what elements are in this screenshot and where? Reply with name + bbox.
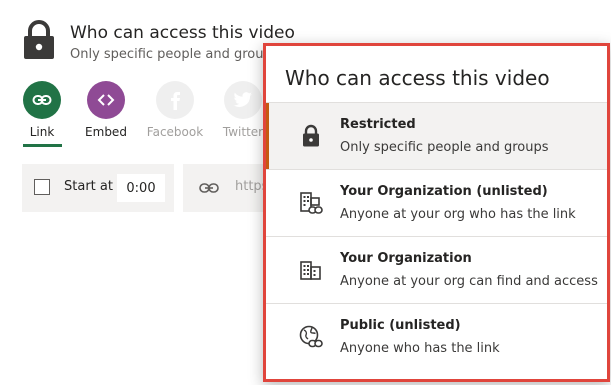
start-at-label: Start at xyxy=(64,179,113,194)
organization-icon xyxy=(298,257,324,283)
globe-link-icon xyxy=(298,324,324,350)
access-title: Who can access this video xyxy=(70,23,295,43)
option-title: Your Organization xyxy=(340,251,472,266)
link-icon xyxy=(23,81,61,119)
share-facebook-label: Facebook xyxy=(146,125,204,139)
start-time-input[interactable] xyxy=(117,174,165,202)
access-lock-icon xyxy=(22,20,56,60)
dropdown-title: Who can access this video xyxy=(285,66,550,90)
option-subtitle: Only specific people and groups xyxy=(340,140,549,155)
option-title: Public (unlisted) xyxy=(340,318,461,333)
option-subtitle: Anyone who has the link xyxy=(340,341,500,356)
link-icon xyxy=(199,180,219,199)
start-at-checkbox[interactable] xyxy=(34,179,50,195)
access-dropdown: Who can access this video Restricted Onl… xyxy=(263,43,610,382)
access-subtitle: Only specific people and groups xyxy=(70,47,279,62)
option-org-unlisted[interactable]: Your Organization (unlisted) Anyone at y… xyxy=(266,169,607,236)
option-subtitle: Anyone at your org who has the link xyxy=(340,207,576,222)
option-title: Restricted xyxy=(340,117,416,132)
share-link-label: Link xyxy=(29,125,55,139)
option-public-unlisted[interactable]: Public (unlisted) Anyone who has the lin… xyxy=(266,303,607,370)
active-tab-indicator xyxy=(23,144,62,147)
share-facebook-button[interactable]: Facebook xyxy=(145,81,205,139)
share-embed-label: Embed xyxy=(85,125,127,139)
share-embed-button[interactable]: Embed xyxy=(76,81,136,139)
option-org[interactable]: Your Organization Anyone at your org can… xyxy=(266,236,607,303)
organization-link-icon xyxy=(298,190,324,216)
share-link-button[interactable]: Link xyxy=(12,81,72,139)
facebook-icon xyxy=(156,81,194,119)
twitter-icon xyxy=(224,81,262,119)
option-subtitle: Anyone at your org can find and access xyxy=(340,274,598,289)
lock-icon xyxy=(298,123,324,149)
start-at-panel: Start at xyxy=(22,164,174,212)
embed-code-icon xyxy=(87,81,125,119)
selected-indicator xyxy=(266,103,269,169)
option-restricted[interactable]: Restricted Only specific people and grou… xyxy=(266,102,607,169)
option-title: Your Organization (unlisted) xyxy=(340,184,548,199)
